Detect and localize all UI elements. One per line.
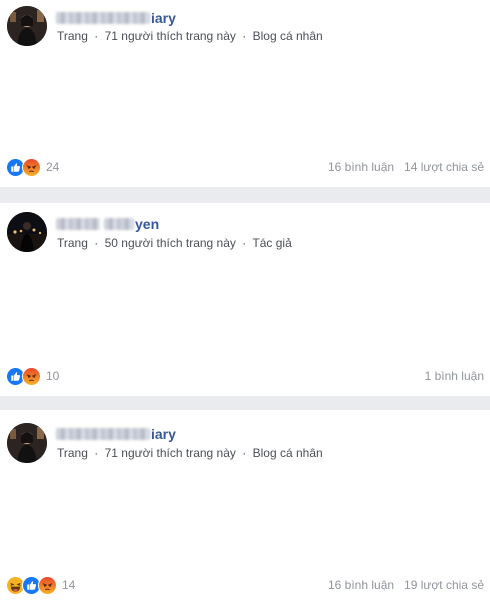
post-footer: 14 16 bình luận 19 lượt chia sẻ [6, 575, 484, 595]
page-type: Trang [57, 236, 88, 250]
shares-count[interactable]: 19 lượt chia sẻ [404, 578, 484, 592]
page-likes: 71 người thích trang này [104, 29, 236, 43]
blurred-name [104, 218, 134, 230]
page-meta: Trang · 71 người thích trang này · Blog … [57, 446, 323, 460]
post-footer: 24 16 bình luận 14 lượt chia sẻ [6, 157, 484, 177]
page-avatar[interactable] [7, 6, 47, 46]
page-type: Trang [57, 29, 88, 43]
comments-count[interactable]: 16 bình luận [328, 578, 394, 592]
separator: · [242, 29, 247, 43]
blurred-name [56, 12, 150, 24]
page-name: iary [151, 426, 176, 442]
page-name: yen [135, 216, 160, 232]
separator: · [94, 236, 99, 250]
page-avatar[interactable] [7, 423, 47, 463]
reaction-icons[interactable] [6, 366, 41, 386]
page-category: Blog cá nhân [252, 446, 323, 460]
separator: · [242, 446, 247, 460]
comments-count[interactable]: 16 bình luận [328, 160, 394, 174]
page-likes: 71 người thích trang này [104, 446, 236, 460]
page-name-link[interactable]: yen [56, 214, 159, 234]
page-category: Blog cá nhân [252, 29, 323, 43]
page-meta: Trang · 50 người thích trang này · Tác g… [57, 236, 292, 250]
page-type: Trang [57, 446, 88, 460]
reaction-count[interactable]: 14 [62, 578, 75, 592]
reaction-count[interactable]: 10 [46, 369, 59, 383]
page-meta: Trang · 71 người thích trang này · Blog … [57, 29, 323, 43]
separator: · [94, 446, 99, 460]
page-name: iary [151, 10, 176, 26]
page-avatar[interactable] [7, 212, 47, 252]
shares-count[interactable]: 14 lượt chia sẻ [404, 160, 484, 174]
reaction-icons[interactable] [6, 157, 41, 177]
page-likes: 50 người thích trang này [104, 236, 236, 250]
angry-icon [38, 575, 57, 595]
blurred-name [56, 218, 100, 230]
separator: · [94, 29, 99, 43]
comments-count[interactable]: 1 bình luận [425, 369, 484, 383]
reaction-icons[interactable] [6, 575, 57, 595]
reaction-count[interactable]: 24 [46, 160, 59, 174]
angry-icon [22, 366, 41, 386]
blurred-name [56, 428, 150, 440]
page-name-link[interactable]: iary [56, 8, 176, 28]
page-name-link[interactable]: iary [56, 424, 176, 444]
post-footer: 10 1 bình luận [6, 366, 484, 386]
separator: · [242, 236, 247, 250]
post-card: yen Trang · 50 người thích trang này · T… [0, 203, 490, 396]
page-category: Tác giả [252, 236, 292, 250]
angry-icon [22, 157, 41, 177]
post-card: iary Trang · 71 người thích trang này · … [0, 0, 490, 187]
post-card: iary Trang · 71 người thích trang này · … [0, 410, 490, 603]
